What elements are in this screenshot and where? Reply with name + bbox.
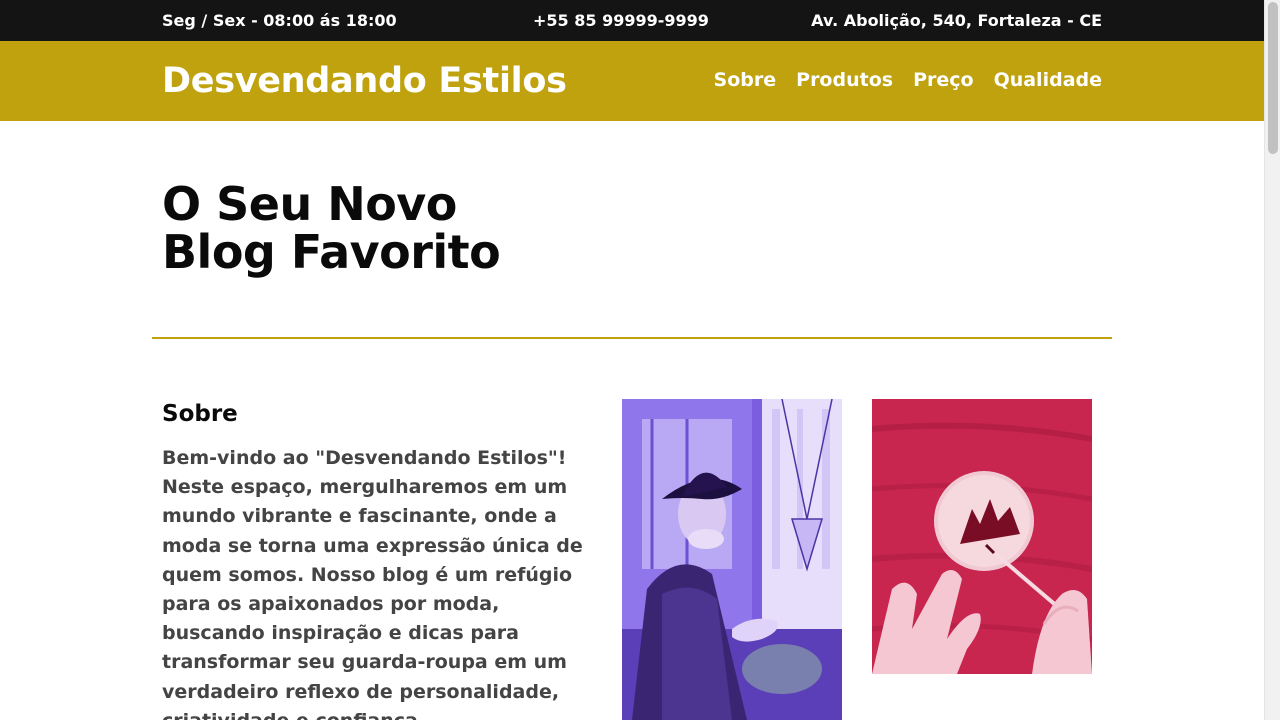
painting-hands-illustration [872,399,1092,674]
painting-hands-photo [872,399,1092,674]
fashion-woman-hat-photo [622,399,842,720]
address: Av. Abolição, 540, Fortaleza - CE [811,11,1102,30]
site-brand[interactable]: Desvendando Estilos [162,61,567,101]
nav-link-qualidade[interactable]: Qualidade [994,69,1102,91]
main-nav: Sobre Produtos Preço Qualidade [714,69,1102,91]
fashion-woman-hat-illustration [622,399,842,720]
hero-title: O Seu Novo Blog Favorito [162,177,501,279]
about-title: Sobre [162,401,238,427]
nav-link-preco[interactable]: Preço [913,69,974,91]
hero-title-line-2: Blog Favorito [162,225,501,279]
about-text: Bem-vindo ao "Desvendando Estilos"! Nest… [162,447,583,720]
phone-number: +55 85 99999-9999 [533,11,709,30]
main-header: Desvendando Estilos Sobre Produtos Preço… [0,41,1264,121]
hero-title-line-1: O Seu Novo [162,177,457,231]
nav-link-produtos[interactable]: Produtos [796,69,893,91]
nav-link-sobre[interactable]: Sobre [714,69,777,91]
scrollbar-thumb[interactable] [1268,2,1278,154]
page-scrollbar[interactable] [1264,0,1280,720]
top-info-bar: Seg / Sex - 08:00 ás 18:00 +55 85 99999-… [0,0,1264,41]
section-divider [152,337,1112,339]
business-hours: Seg / Sex - 08:00 ás 18:00 [162,11,397,30]
